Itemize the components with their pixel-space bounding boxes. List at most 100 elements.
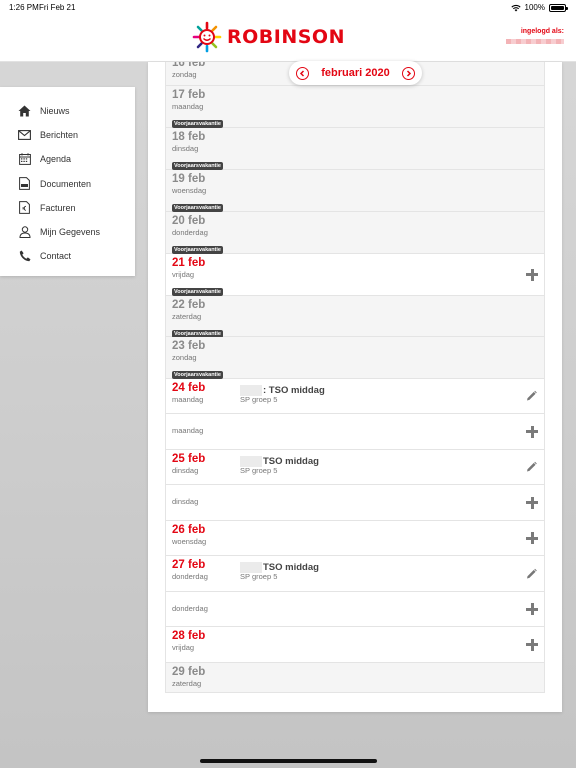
day-row: 18 feb dinsdag Voorjaarsvakantie bbox=[166, 128, 544, 170]
holiday-badge: Voorjaarsvakantie bbox=[172, 120, 223, 128]
agenda-panel: 16 feb zondag 17 feb maandag Voorjaarsvakant… bbox=[148, 62, 562, 712]
day-date: 28 feb bbox=[172, 630, 206, 642]
sidebar-item-agenda[interactable]: Agenda bbox=[0, 147, 135, 171]
event[interactable]: TSO middag SP groep 5 bbox=[240, 562, 319, 581]
mail-icon bbox=[18, 129, 31, 142]
login-info: ingelogd als: bbox=[506, 28, 564, 44]
day-sub-row: dinsdag bbox=[166, 485, 544, 521]
day-weekday: donderdag bbox=[172, 604, 208, 613]
day-weekday: vrijdag bbox=[172, 643, 195, 652]
add-icon[interactable] bbox=[526, 425, 538, 438]
sidebar-item-label: Facturen bbox=[40, 202, 76, 213]
day-weekday: woensdag bbox=[172, 186, 207, 195]
chevron-left-icon bbox=[299, 69, 305, 77]
sidebar-item-label: Contact bbox=[40, 251, 72, 262]
home-indicator[interactable] bbox=[200, 759, 377, 763]
sidebar-item-mijn-gegevens[interactable]: Mijn Gegevens bbox=[0, 220, 135, 244]
sidebar-item-facturen[interactable]: Facturen bbox=[0, 196, 135, 220]
day-date: 19 feb bbox=[172, 173, 206, 185]
sidebar-item-label: Berichten bbox=[40, 130, 79, 141]
day-weekday: zaterdag bbox=[172, 679, 202, 688]
event-group: SP groep 5 bbox=[240, 466, 278, 476]
chevron-right-icon bbox=[406, 69, 412, 77]
next-month-button[interactable] bbox=[401, 66, 415, 80]
status-right: 100% bbox=[510, 3, 568, 12]
day-date: 26 feb bbox=[172, 524, 206, 536]
event[interactable]: : TSO middag SP groep 5 bbox=[240, 385, 325, 404]
sidebar-menu: Nieuws Berichten Agenda Documenten Factu… bbox=[0, 87, 135, 276]
add-icon[interactable] bbox=[526, 532, 538, 544]
day-weekday: zaterdag bbox=[172, 312, 202, 321]
day-weekday: dinsdag bbox=[172, 497, 199, 506]
edit-pencil-icon[interactable] bbox=[526, 568, 537, 579]
battery-icon bbox=[549, 3, 568, 12]
day-date: 24 feb bbox=[172, 382, 206, 394]
edit-pencil-icon[interactable] bbox=[526, 390, 537, 402]
day-row: 17 feb maandag Voorjaarsvakantie bbox=[166, 86, 544, 128]
sidebar-item-label: Nieuws bbox=[40, 106, 70, 117]
day-sub-row: maandag bbox=[166, 414, 544, 450]
day-weekday: vrijdag bbox=[172, 270, 195, 279]
sidebar-item-documenten[interactable]: Documenten bbox=[0, 172, 135, 196]
holiday-badge: Voorjaarsvakantie bbox=[172, 288, 223, 296]
day-date: 20 feb bbox=[172, 215, 206, 227]
day-weekday: woensdag bbox=[172, 537, 207, 546]
app-header: ROBINSON ingelogd als: bbox=[0, 14, 576, 62]
day-row: 24 feb maandag : TSO middag SP groep 5 bbox=[166, 379, 544, 414]
event-group: SP groep 5 bbox=[240, 395, 278, 405]
day-row: 29 feb zaterdag bbox=[166, 663, 544, 692]
add-icon[interactable] bbox=[526, 496, 538, 509]
add-icon[interactable] bbox=[526, 268, 538, 281]
day-date: 25 feb bbox=[172, 453, 206, 465]
wifi-icon bbox=[510, 4, 521, 11]
sidebar-item-berichten[interactable]: Berichten bbox=[0, 123, 135, 147]
holiday-badge: Voorjaarsvakantie bbox=[172, 371, 223, 379]
battery-percent: 100% bbox=[524, 3, 545, 12]
phone-icon bbox=[18, 250, 31, 263]
home-icon bbox=[18, 105, 31, 118]
day-weekday: dinsdag bbox=[172, 144, 199, 153]
add-icon[interactable] bbox=[526, 638, 538, 651]
day-weekday: maandag bbox=[172, 102, 204, 111]
user-icon bbox=[18, 226, 31, 239]
day-date: 21 feb bbox=[172, 257, 206, 269]
day-weekday: maandag bbox=[172, 395, 204, 404]
day-row: 21 feb vrijdag Voorjaarsvakantie bbox=[166, 254, 544, 296]
day-date: 27 feb bbox=[172, 559, 206, 571]
day-weekday: donderdag bbox=[172, 572, 208, 581]
prev-month-button[interactable] bbox=[296, 66, 309, 80]
day-weekday: maandag bbox=[172, 426, 204, 435]
blurred-username bbox=[506, 39, 564, 44]
status-bar: 1:26 PM Fri Feb 21 100% bbox=[0, 0, 576, 14]
day-sub-row: donderdag bbox=[166, 592, 544, 627]
add-icon[interactable] bbox=[526, 603, 538, 615]
day-weekday: zondag bbox=[172, 353, 197, 362]
sidebar-item-nieuws[interactable]: Nieuws bbox=[0, 99, 135, 123]
day-row: 22 feb zaterdag Voorjaarsvakantie bbox=[166, 296, 544, 338]
day-date: 23 feb bbox=[172, 340, 206, 352]
robinson-logo[interactable]: ROBINSON bbox=[190, 18, 345, 56]
holiday-badge: Voorjaarsvakantie bbox=[172, 204, 223, 212]
day-row: 20 feb donderdag Voorjaarsvakantie bbox=[166, 212, 544, 254]
calendar-icon bbox=[18, 153, 31, 166]
day-list[interactable]: 16 feb zondag 17 feb maandag Voorjaarsvakant… bbox=[165, 62, 545, 693]
event[interactable]: TSO middag SP groep 5 bbox=[240, 456, 319, 475]
status-time: 1:26 PM bbox=[9, 3, 39, 12]
day-weekday: donderdag bbox=[172, 228, 208, 237]
sidebar-item-label: Documenten bbox=[40, 178, 92, 189]
day-row: 28 feb vrijdag bbox=[166, 627, 544, 663]
login-label: ingelogd als: bbox=[520, 28, 564, 35]
day-date: 22 feb bbox=[172, 299, 206, 311]
invoice-icon bbox=[18, 201, 31, 215]
day-row: 25 feb dinsdag TSO middag SP groep 5 bbox=[166, 450, 544, 485]
month-label: februari 2020 bbox=[321, 67, 390, 79]
edit-pencil-icon[interactable] bbox=[526, 461, 537, 473]
sidebar-item-contact[interactable]: Contact bbox=[0, 244, 135, 268]
day-date: 29 feb bbox=[172, 666, 206, 678]
day-row: 23 feb zondag Voorjaarsvakantie bbox=[166, 337, 544, 379]
holiday-badge: Voorjaarsvakantie bbox=[172, 246, 223, 254]
sidebar-item-label: Agenda bbox=[40, 154, 72, 165]
day-date: 17 feb bbox=[172, 89, 206, 101]
sidebar-item-label: Mijn Gegevens bbox=[40, 227, 101, 238]
document-icon bbox=[18, 177, 31, 191]
